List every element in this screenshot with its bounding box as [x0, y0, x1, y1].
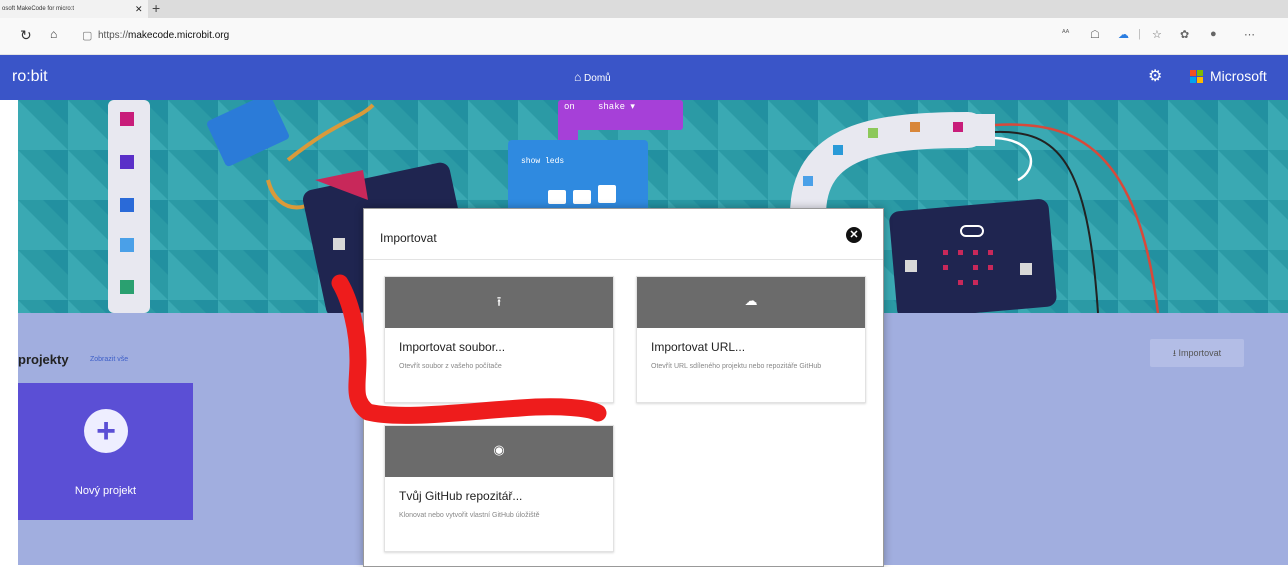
app-brand[interactable]: ro:bit: [12, 68, 48, 86]
microsoft-label[interactable]: Microsoft: [1210, 68, 1267, 84]
home-icon[interactable]: ⌂: [50, 27, 57, 41]
browser-tab[interactable]: osoft MakeCode for micro:t ✕: [0, 0, 148, 18]
card-title: Tvůj GitHub repozitář...: [399, 489, 523, 503]
import-url-card[interactable]: ☁ Importovat URL... Otevřít URL sdílenéh…: [636, 276, 866, 403]
url-host: makecode.microbit.org: [128, 30, 230, 41]
block-show-leds-label: show leds: [521, 157, 564, 166]
toolbar-divider: |: [1138, 28, 1141, 40]
import-button[interactable]: ⭳ Importovat: [1150, 339, 1244, 367]
collection-icon[interactable]: ☖: [1090, 28, 1100, 41]
home-button[interactable]: ⌂ Domů: [574, 70, 611, 84]
profile-icon[interactable]: ●: [1210, 28, 1217, 40]
import-file-card[interactable]: ⭱ Importovat soubor... Otevřít soubor z …: [384, 276, 614, 403]
view-all-link[interactable]: Zobrazit vše: [90, 356, 128, 363]
dialog-title: Importovat: [380, 231, 437, 245]
github-icon: ◉: [493, 442, 505, 457]
favorites-bar-icon[interactable]: ✿: [1180, 28, 1189, 41]
block-on-label: on: [564, 102, 575, 112]
new-project-label: Nový projekt: [74, 485, 137, 497]
new-project-card[interactable]: + Nový projekt: [18, 383, 193, 520]
new-tab-button[interactable]: +: [152, 0, 160, 16]
browser-tab-bar: osoft MakeCode for micro:t ✕ +: [0, 0, 1288, 18]
url-field[interactable]: https://makecode.microbit.org: [98, 30, 229, 41]
url-prefix: https://: [98, 30, 129, 41]
reader-view-icon[interactable]: ᴬᴬ: [1062, 28, 1069, 37]
card-title: Importovat soubor...: [399, 340, 506, 354]
more-menu-icon[interactable]: ⋯: [1244, 28, 1255, 41]
close-icon[interactable]: ✕: [846, 227, 862, 243]
upload-icon: ⭱: [496, 294, 502, 309]
cloud-upload-icon: ☁: [744, 293, 758, 308]
browser-tab-title: osoft MakeCode for micro:t: [2, 6, 75, 12]
card-description: Otevřít URL sdíleného projektu nebo repo…: [651, 363, 822, 370]
plus-icon: +: [84, 409, 128, 453]
home-icon: ⌂: [574, 70, 582, 84]
card-header: ⭱: [385, 277, 613, 328]
microsoft-logo-icon[interactable]: [1190, 70, 1204, 84]
card-header: ☁: [637, 277, 865, 328]
home-label: Domů: [584, 73, 611, 84]
card-title: Importovat URL...: [651, 340, 746, 354]
github-repo-card[interactable]: ◉ Tvůj GitHub repozitář... Klonovat nebo…: [384, 425, 614, 552]
card-header: ◉: [385, 426, 613, 477]
onedrive-icon[interactable]: ☁: [1118, 28, 1129, 41]
lock-icon[interactable]: ▢: [82, 29, 92, 42]
import-dialog: Importovat ✕ ⭱ Importovat soubor... Otev…: [363, 208, 884, 567]
browser-address-bar: ↻ ⌂ ▢ https://makecode.microbit.org ᴬᴬ ☖…: [0, 18, 1288, 55]
dialog-divider: [364, 259, 883, 260]
block-shake-label: shake ▾: [598, 102, 635, 112]
settings-gear-icon[interactable]: ⚙: [1148, 66, 1162, 86]
tab-close-icon[interactable]: ✕: [135, 0, 143, 18]
favorite-icon[interactable]: ☆: [1152, 28, 1162, 41]
refresh-icon[interactable]: ↻: [20, 27, 32, 44]
app-header: ro:bit ⌂ Domů ⚙ Microsoft: [0, 55, 1288, 100]
projects-heading: projekty: [18, 352, 69, 367]
card-description: Klonovat nebo vytvořit vlastní GitHub úl…: [399, 512, 540, 519]
card-description: Otevřít soubor z vašeho počítače: [399, 363, 502, 370]
